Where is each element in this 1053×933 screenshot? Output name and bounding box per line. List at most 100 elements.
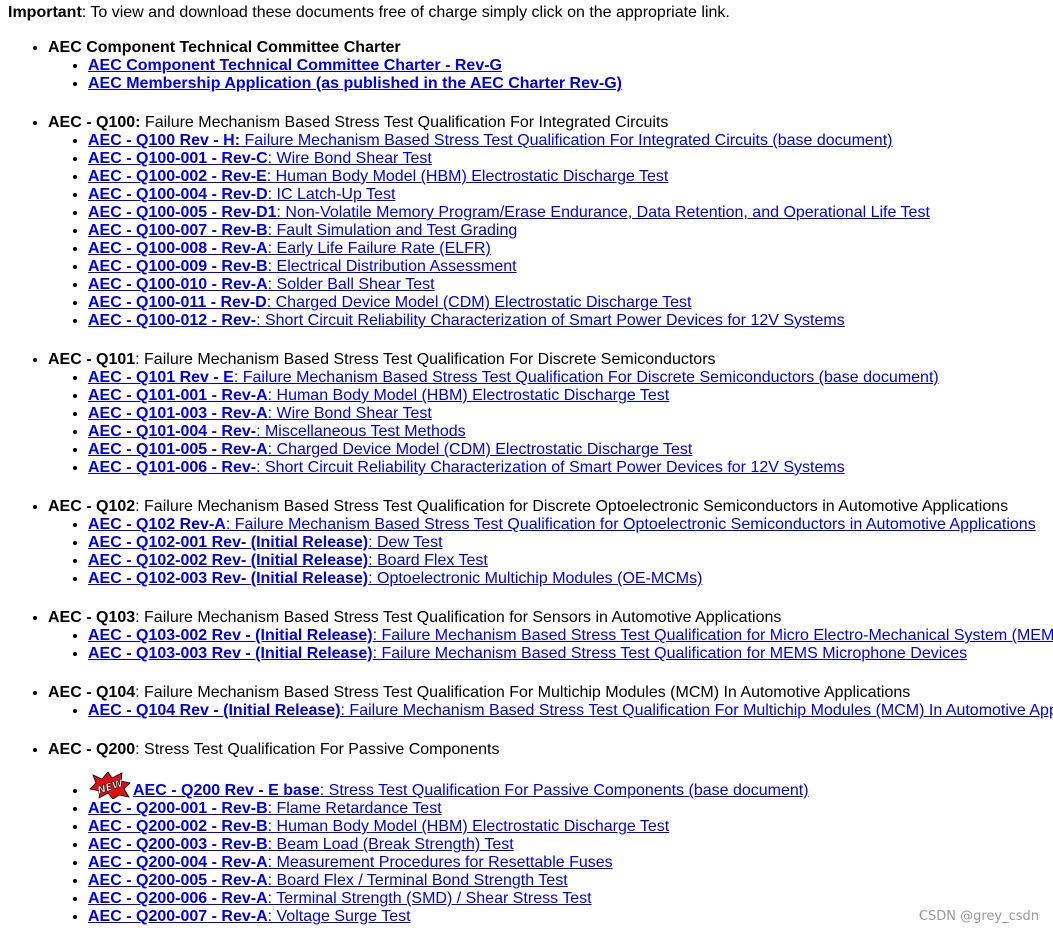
document-item: AEC - Q200-003 - Rev-B: Beam Load (Break… — [88, 836, 1053, 854]
document-code: AEC - Q101-005 - Rev-A — [88, 441, 268, 458]
document-code: AEC Membership Application (as published… — [88, 75, 622, 92]
section-title: : Failure Mechanism Based Stress Test Qu… — [135, 684, 911, 701]
section-list: AEC Component Technical Committee Charte… — [8, 39, 1053, 926]
document-link[interactable]: AEC - Q102-003 Rev- (Initial Release): O… — [88, 570, 702, 587]
document-description: : Board Flex Test — [368, 552, 488, 569]
document-description: : Measurement Procedures for Resettable … — [267, 854, 613, 871]
document-link[interactable]: AEC - Q100-005 - Rev-D1: Non-Volatile Me… — [88, 204, 930, 221]
document-link[interactable]: AEC - Q100-002 - Rev-E: Human Body Model… — [88, 168, 668, 185]
document-description: : Human Body Model (HBM) Electrostatic D… — [267, 818, 670, 835]
section-code: AEC - Q102 — [48, 498, 136, 515]
document-list: AEC - Q103-002 Rev - (Initial Release): … — [48, 627, 1053, 663]
section-title: : Failure Mechanism Based Stress Test Qu… — [135, 351, 716, 368]
document-link[interactable]: AEC - Q103-002 Rev - (Initial Release): … — [88, 627, 1053, 644]
document-list: AEC - Q101 Rev - E: Failure Mechanism Ba… — [48, 369, 1053, 477]
document-description: : Short Circuit Reliability Characteriza… — [256, 312, 845, 329]
document-code: AEC - Q100 Rev - H: — [88, 132, 241, 149]
document-link[interactable]: AEC - Q101 Rev - E: Failure Mechanism Ba… — [88, 369, 939, 386]
document-item: AEC - Q102-002 Rev- (Initial Release): B… — [88, 552, 1053, 570]
document-link[interactable]: AEC - Q200 Rev - E base: Stress Test Qua… — [133, 782, 809, 799]
document-item: AEC Component Technical Committee Charte… — [88, 57, 1053, 75]
csdn-watermark: CSDN @grey_csdn — [918, 909, 1039, 924]
document-code: AEC - Q100-007 - Rev-B — [88, 222, 268, 239]
document-item: AEC - Q100-008 - Rev-A: Early Life Failu… — [88, 240, 1053, 258]
document-description: : Miscellaneous Test Methods — [256, 423, 466, 440]
document-code: AEC - Q200-001 - Rev-B — [88, 800, 268, 817]
document-link[interactable]: AEC - Q102 Rev-A: Failure Mechanism Base… — [88, 516, 1036, 533]
document-description: : Board Flex / Terminal Bond Strength Te… — [267, 872, 568, 889]
intro-bold: Important — [8, 4, 82, 21]
section-item: AEC Component Technical Committee Charte… — [48, 39, 1053, 93]
document-description: : Failure Mechanism Based Stress Test Qu… — [372, 645, 968, 662]
document-code: AEC - Q102-003 Rev- (Initial Release) — [88, 570, 369, 587]
document-link[interactable]: AEC - Q200-002 - Rev-B: Human Body Model… — [88, 818, 669, 835]
document-code: AEC - Q102 Rev-A — [88, 516, 226, 533]
document-item: AEC - Q101-003 - Rev-A: Wire Bond Shear … — [88, 405, 1053, 423]
section-item: AEC - Q102: Failure Mechanism Based Stre… — [48, 498, 1053, 588]
document-link[interactable]: AEC Component Technical Committee Charte… — [88, 57, 502, 74]
document-list: AEC - Q102 Rev-A: Failure Mechanism Base… — [48, 516, 1053, 588]
document-link[interactable]: AEC - Q200-007 - Rev-A: Voltage Surge Te… — [88, 908, 411, 925]
document-description: : Dew Test — [368, 534, 443, 551]
section-item: AEC - Q100: Failure Mechanism Based Stre… — [48, 114, 1053, 330]
document-description: : Short Circuit Reliability Characteriza… — [256, 459, 845, 476]
document-link[interactable]: AEC - Q200-001 - Rev-B: Flame Retardance… — [88, 800, 442, 817]
document-item: AEC - Q200-007 - Rev-A: Voltage Surge Te… — [88, 908, 1053, 926]
document-link[interactable]: AEC - Q200-006 - Rev-A: Terminal Strengt… — [88, 890, 592, 907]
document-description: : Electrical Distribution Assessment — [267, 258, 517, 275]
document-link[interactable]: AEC Membership Application (as published… — [88, 75, 622, 92]
document-link[interactable]: AEC - Q100-010 - Rev-A: Solder Ball Shea… — [88, 276, 435, 293]
section-code: AEC - Q103 — [48, 609, 136, 626]
document-code: AEC - Q200-004 - Rev-A — [88, 854, 268, 871]
document-link[interactable]: AEC - Q100 Rev - H: Failure Mechanism Ba… — [88, 132, 892, 149]
document-link[interactable]: AEC - Q101-003 - Rev-A: Wire Bond Shear … — [88, 405, 432, 422]
document-item: AEC - Q200-004 - Rev-A: Measurement Proc… — [88, 854, 1053, 872]
section-code: AEC - Q101 — [48, 351, 136, 368]
document-item: NEWAEC - Q200 Rev - E base: Stress Test … — [88, 759, 1053, 800]
document-item: AEC - Q100-012 - Rev-: Short Circuit Rel… — [88, 312, 1053, 330]
document-link[interactable]: AEC - Q100-001 - Rev-C: Wire Bond Shear … — [88, 150, 432, 167]
document-item: AEC - Q104 Rev - (Initial Release): Fail… — [88, 702, 1053, 720]
document-item: AEC - Q100-004 - Rev-D: IC Latch-Up Test — [88, 186, 1053, 204]
document-link[interactable]: AEC - Q102-002 Rev- (Initial Release): B… — [88, 552, 488, 569]
document-description: : Beam Load (Break Strength) Test — [267, 836, 514, 853]
section-title: Failure Mechanism Based Stress Test Qual… — [140, 114, 669, 131]
document-link[interactable]: AEC - Q101-001 - Rev-A: Human Body Model… — [88, 387, 669, 404]
document-link[interactable]: AEC - Q100-009 - Rev-B: Electrical Distr… — [88, 258, 517, 275]
section-title: : Failure Mechanism Based Stress Test Qu… — [135, 609, 782, 626]
document-link[interactable]: AEC - Q102-001 Rev- (Initial Release): D… — [88, 534, 443, 551]
document-link[interactable]: AEC - Q200-005 - Rev-A: Board Flex / Ter… — [88, 872, 568, 889]
document-link[interactable]: AEC - Q101-006 - Rev-: Short Circuit Rel… — [88, 459, 845, 476]
document-item: AEC - Q200-001 - Rev-B: Flame Retardance… — [88, 800, 1053, 818]
document-link[interactable]: AEC - Q101-005 - Rev-A: Charged Device M… — [88, 441, 692, 458]
document-item: AEC - Q100-010 - Rev-A: Solder Ball Shea… — [88, 276, 1053, 294]
document-link[interactable]: AEC - Q100-012 - Rev-: Short Circuit Rel… — [88, 312, 845, 329]
document-link[interactable]: AEC - Q104 Rev - (Initial Release): Fail… — [88, 702, 1053, 719]
document-item: AEC - Q102-003 Rev- (Initial Release): O… — [88, 570, 1053, 588]
document-code: AEC - Q100-005 - Rev-D1 — [88, 204, 277, 221]
document-item: AEC - Q100-002 - Rev-E: Human Body Model… — [88, 168, 1053, 186]
document-link[interactable]: AEC - Q200-004 - Rev-A: Measurement Proc… — [88, 854, 613, 871]
document-link[interactable]: AEC - Q100-011 - Rev-D: Charged Device M… — [88, 294, 691, 311]
document-link[interactable]: AEC - Q101-004 - Rev-: Miscellaneous Tes… — [88, 423, 466, 440]
section-code: AEC - Q100: — [48, 114, 141, 131]
document-code: AEC - Q103-003 Rev - (Initial Release) — [88, 645, 373, 662]
document-code: AEC - Q100-008 - Rev-A — [88, 240, 268, 257]
document-description: : Early Life Failure Rate (ELFR) — [267, 240, 491, 257]
document-item: AEC - Q102 Rev-A: Failure Mechanism Base… — [88, 516, 1053, 534]
document-page: Important: To view and download these do… — [8, 4, 1053, 926]
document-item: AEC Membership Application (as published… — [88, 75, 1053, 93]
document-description: : Wire Bond Shear Test — [267, 405, 432, 422]
document-list: AEC - Q104 Rev - (Initial Release): Fail… — [48, 702, 1053, 720]
document-link[interactable]: AEC - Q103-003 Rev - (Initial Release): … — [88, 645, 967, 662]
document-description: : Stress Test Qualification For Passive … — [319, 782, 809, 799]
document-item: AEC - Q101-006 - Rev-: Short Circuit Rel… — [88, 459, 1053, 477]
document-item: AEC - Q200-006 - Rev-A: Terminal Strengt… — [88, 890, 1053, 908]
document-link[interactable]: AEC - Q100-007 - Rev-B: Fault Simulation… — [88, 222, 517, 239]
document-link[interactable]: AEC - Q200-003 - Rev-B: Beam Load (Break… — [88, 836, 514, 853]
document-link[interactable]: AEC - Q100-008 - Rev-A: Early Life Failu… — [88, 240, 491, 257]
document-code: AEC Component Technical Committee Charte… — [88, 57, 502, 74]
document-description: : Non-Volatile Memory Program/Erase Endu… — [276, 204, 930, 221]
document-link[interactable]: AEC - Q100-004 - Rev-D: IC Latch-Up Test — [88, 186, 395, 203]
document-description: : Charged Device Model (CDM) Electrostat… — [266, 294, 692, 311]
